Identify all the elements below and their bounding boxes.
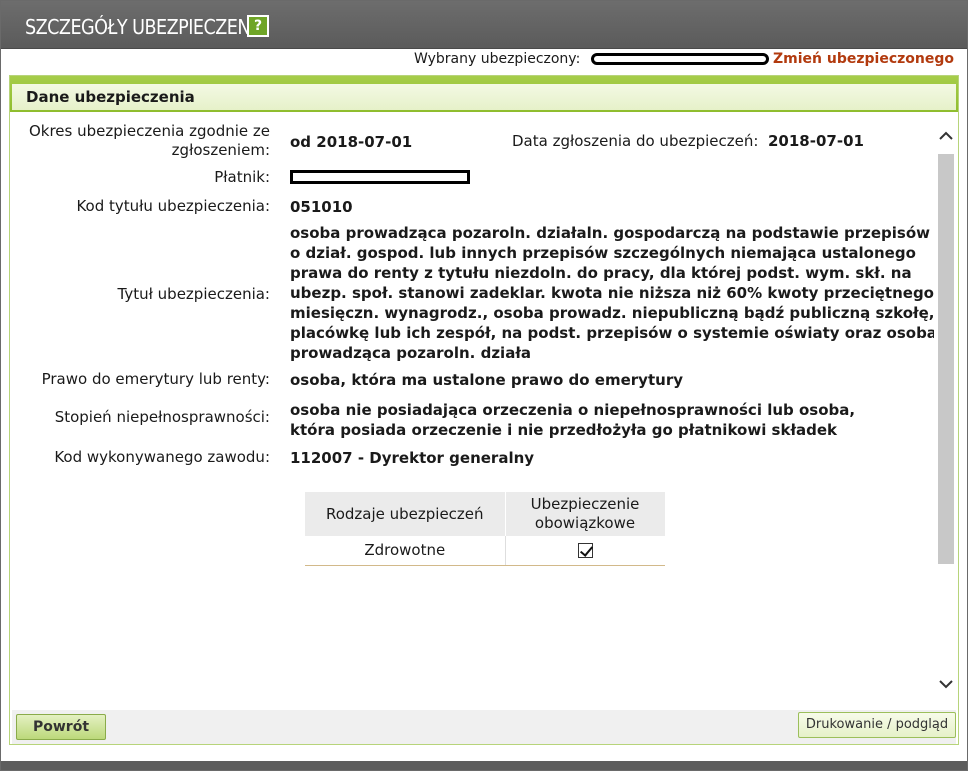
payer-label: Płatnik: — [214, 168, 270, 186]
panel-title: Dane ubezpieczenia — [26, 88, 195, 106]
vertical-scrollbar[interactable] — [936, 122, 956, 698]
title-code-value: 051010 — [290, 198, 353, 216]
chevron-up-icon[interactable] — [936, 122, 956, 150]
insurance-title-label: Tytuł ubezpieczenia: — [117, 285, 270, 303]
checkmark-icon — [577, 543, 593, 559]
pension-label: Prawo do emerytury lub renty: — [41, 370, 270, 388]
details-content: Okres ubezpieczenia zgodnie ze zgłoszeni… — [12, 116, 934, 710]
table-header-row: Rodzaje ubezpieczeń Ubezpieczenie obowią… — [305, 492, 666, 536]
back-button[interactable]: Powrót — [16, 714, 106, 740]
chevron-down-icon[interactable] — [936, 670, 956, 698]
insurance-details-window: SZCZEGÓŁY UBEZPIECZENIA ? Wybrany ubezpi… — [0, 0, 968, 771]
insurance-data-panel: Dane ubezpieczenia Okres ubezpieczenia z… — [9, 75, 959, 745]
insurance-type-cell: Zdrowotne — [305, 536, 506, 566]
page-title: SZCZEGÓŁY UBEZPIECZENIA — [25, 15, 267, 39]
redacted-payer — [290, 170, 470, 184]
period-value: od 2018-07-01 — [290, 133, 413, 151]
pension-value: osoba, która ma ustalone prawo do emeryt… — [290, 371, 683, 389]
scrollbar-thumb[interactable] — [938, 154, 954, 564]
mandatory-cell — [505, 536, 665, 566]
selected-insured-bar: Wybrany ubezpieczony: Zmień ubezpieczone… — [1, 49, 967, 69]
panel-footer: Powrót Drukowanie / podgląd — [12, 710, 956, 744]
title-bar: SZCZEGÓŁY UBEZPIECZENIA ? — [1, 1, 967, 49]
insurance-types-table: Rodzaje ubezpieczeń Ubezpieczenie obowią… — [305, 492, 666, 566]
bottom-bar — [1, 761, 967, 770]
print-preview-button[interactable]: Drukowanie / podgląd — [798, 712, 956, 738]
column-header-types: Rodzaje ubezpieczeń — [305, 492, 506, 536]
insurance-title-value: osoba prowadząca pozaroln. działaln. gos… — [290, 224, 934, 362]
occupation-value: 112007 - Dyrektor generalny — [290, 449, 535, 467]
registration-date-value: 2018-07-01 — [768, 132, 864, 150]
change-insured-link[interactable]: Zmień ubezpieczonego — [773, 51, 954, 67]
column-header-mandatory: Ubezpieczenie obowiązkowe — [505, 492, 666, 536]
help-icon[interactable]: ? — [247, 15, 269, 37]
disability-label: Stopień niepełnosprawności: — [54, 408, 270, 426]
title-code-label: Kod tytułu ubezpieczenia: — [76, 197, 270, 215]
occupation-label: Kod wykonywanego zawodu: — [54, 448, 270, 466]
selected-insured-label: Wybrany ubezpieczony: — [414, 51, 581, 67]
disability-value: osoba nie posiadająca orzeczenia o niepe… — [290, 401, 856, 439]
period-label: Okres ubezpieczenia zgodnie ze zgłoszeni… — [28, 122, 270, 159]
panel-header: Dane ubezpieczenia — [10, 76, 958, 112]
table-row: Zdrowotne — [305, 536, 665, 566]
registration-date-label: Data zgłoszenia do ubezpieczeń: — [512, 132, 759, 150]
redacted-insured-name — [591, 53, 769, 65]
